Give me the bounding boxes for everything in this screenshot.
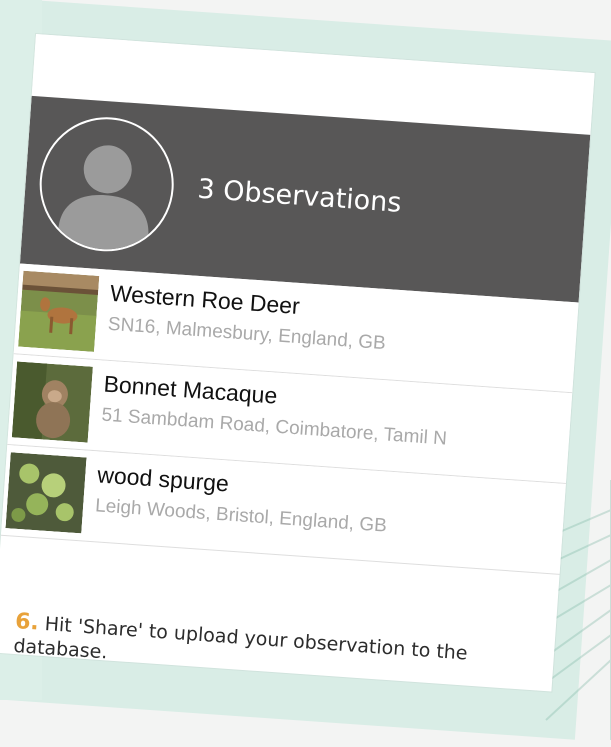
plant-photo-icon — [5, 452, 87, 534]
user-silhouette-icon — [57, 145, 149, 253]
macaque-photo-icon — [11, 361, 93, 443]
observation-location: Leigh Woods, Bristol, England, GB — [94, 495, 388, 537]
avatar[interactable] — [35, 112, 179, 256]
step-number: 6. — [14, 609, 40, 636]
observation-title: Bonnet Macaque — [102, 370, 279, 409]
app-screen: 3 Observations Western Roe Deer SN16, Ma… — [0, 34, 595, 692]
observation-count: 3 Observations — [196, 173, 403, 219]
scene: 3 Observations Western Roe Deer SN16, Ma… — [0, 0, 611, 747]
observation-title: Western Roe Deer — [109, 279, 301, 320]
observation-list: Western Roe Deer SN16, Malmesbury, Engla… — [0, 263, 579, 575]
observation-location: 51 Sambdam Road, Coimbatore, Tamil N — [100, 404, 448, 450]
observation-title: wood spurge — [96, 461, 230, 497]
deer-photo-icon — [18, 270, 100, 352]
observation-location: SN16, Malmesbury, England, GB — [107, 313, 387, 355]
